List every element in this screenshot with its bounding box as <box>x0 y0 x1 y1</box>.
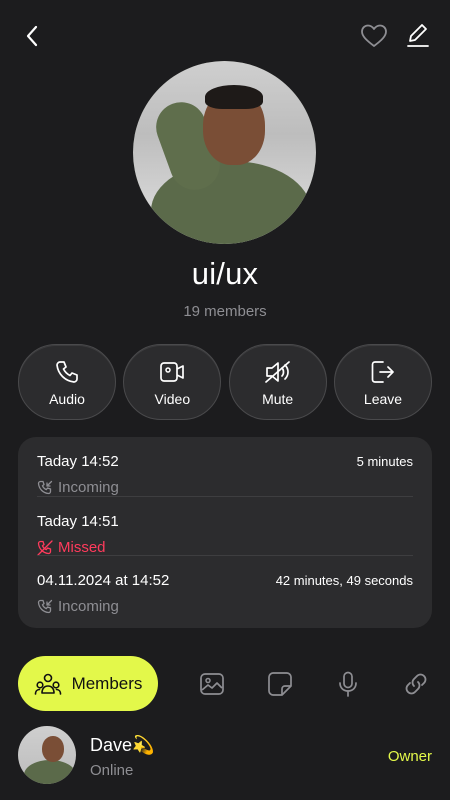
audio-label: Audio <box>49 391 85 407</box>
heart-icon <box>361 24 387 47</box>
link-icon <box>405 673 427 695</box>
tab-members-label: Members <box>71 673 143 693</box>
call-type-label: Missed <box>58 539 106 556</box>
missed-call-icon <box>37 539 53 556</box>
call-item[interactable]: Taday 14:51 Missed <box>37 496 413 556</box>
avatar-hair <box>205 85 263 109</box>
group-name: ui/ux <box>191 256 259 291</box>
tab-voice[interactable] <box>333 669 363 699</box>
call-time: 04.11.2024 at 14:52 <box>37 572 170 589</box>
mute-button[interactable]: Mute <box>228 344 327 420</box>
pencil-icon <box>407 24 429 47</box>
call-type: Incoming <box>37 479 119 496</box>
tab-links[interactable] <box>401 669 431 699</box>
tab-media[interactable] <box>197 669 227 699</box>
speaker-muted-icon <box>264 361 290 383</box>
call-type: Missed <box>37 539 106 556</box>
members-count: 19 members <box>183 303 267 320</box>
member-role: Owner <box>387 748 432 765</box>
favorite-button[interactable] <box>358 20 390 52</box>
call-history: Taday 14:52 5 minutes Incoming Taday 14:… <box>18 437 432 628</box>
back-button[interactable] <box>16 20 48 52</box>
call-type-label: Incoming <box>58 598 119 615</box>
call-item[interactable]: Taday 14:52 5 minutes Incoming <box>37 437 413 496</box>
tab-members[interactable]: Members <box>18 656 158 711</box>
incoming-call-icon <box>37 599 53 613</box>
top-bar <box>0 0 450 70</box>
call-type-label: Incoming <box>58 479 119 496</box>
member-avatar-face <box>42 736 64 762</box>
group-avatar[interactable] <box>133 61 316 244</box>
exit-icon <box>371 361 394 383</box>
video-button[interactable]: Video <box>123 344 222 420</box>
member-name: Dave💫 <box>90 735 155 755</box>
member-status: Online <box>90 762 134 779</box>
call-time: Taday 14:52 <box>37 453 119 470</box>
file-icon <box>268 672 292 696</box>
incoming-call-icon <box>37 480 53 494</box>
audio-button[interactable]: Audio <box>18 344 116 420</box>
call-duration: 5 minutes <box>356 454 413 469</box>
member-row[interactable]: Dave💫 Online Owner <box>18 726 432 786</box>
mute-label: Mute <box>262 391 294 407</box>
members-icon <box>34 673 61 695</box>
image-icon <box>200 673 224 695</box>
call-type: Incoming <box>37 598 119 615</box>
member-avatar <box>18 726 76 784</box>
leave-button[interactable]: Leave <box>333 344 432 420</box>
member-avatar-shirt <box>24 760 76 784</box>
call-item[interactable]: 04.11.2024 at 14:52 42 minutes, 49 secon… <box>37 555 413 615</box>
video-label: Video <box>154 391 191 407</box>
action-buttons: Audio Video Mute Leave <box>18 344 432 420</box>
microphone-icon <box>339 671 357 697</box>
call-time: Taday 14:51 <box>37 513 119 530</box>
media-tabs: Members <box>18 656 438 711</box>
video-icon <box>160 362 185 382</box>
call-duration: 42 minutes, 49 seconds <box>275 573 413 588</box>
leave-label: Leave <box>363 391 403 407</box>
phone-icon <box>56 361 78 383</box>
chevron-left-icon <box>26 25 38 47</box>
tab-files[interactable] <box>265 669 295 699</box>
edit-button[interactable] <box>402 19 434 51</box>
